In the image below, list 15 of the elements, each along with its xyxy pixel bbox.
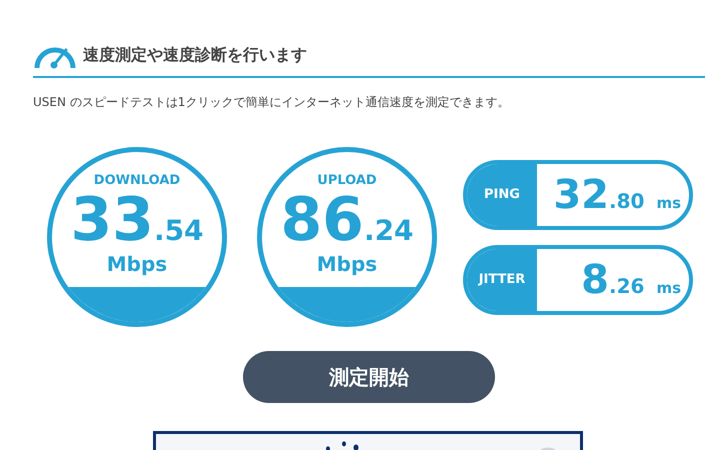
metric-label: PING (484, 187, 520, 202)
description-text: USEN のスピードテストは1クリックで簡単にインターネット通信速度を測定できます。 (33, 94, 510, 111)
gauge-label: UPLOAD (317, 173, 377, 188)
unit-label: ms (656, 278, 681, 296)
unit-label: Mbps (316, 252, 378, 276)
metric-value: 32.80 (553, 174, 644, 214)
speed-value: 33.54 (70, 190, 204, 250)
metric-value: 8.26 (581, 260, 644, 300)
speed-value: 86.24 (280, 190, 414, 250)
metric-label: JITTER (478, 272, 526, 287)
page-title: 速度測定や速度診断を行います (83, 44, 307, 66)
start-button[interactable]: 測定開始 (243, 351, 495, 403)
unit-label: Mbps (106, 252, 168, 276)
unit-label: ms (656, 194, 681, 212)
gauge-label: DOWNLOAD (94, 173, 180, 188)
